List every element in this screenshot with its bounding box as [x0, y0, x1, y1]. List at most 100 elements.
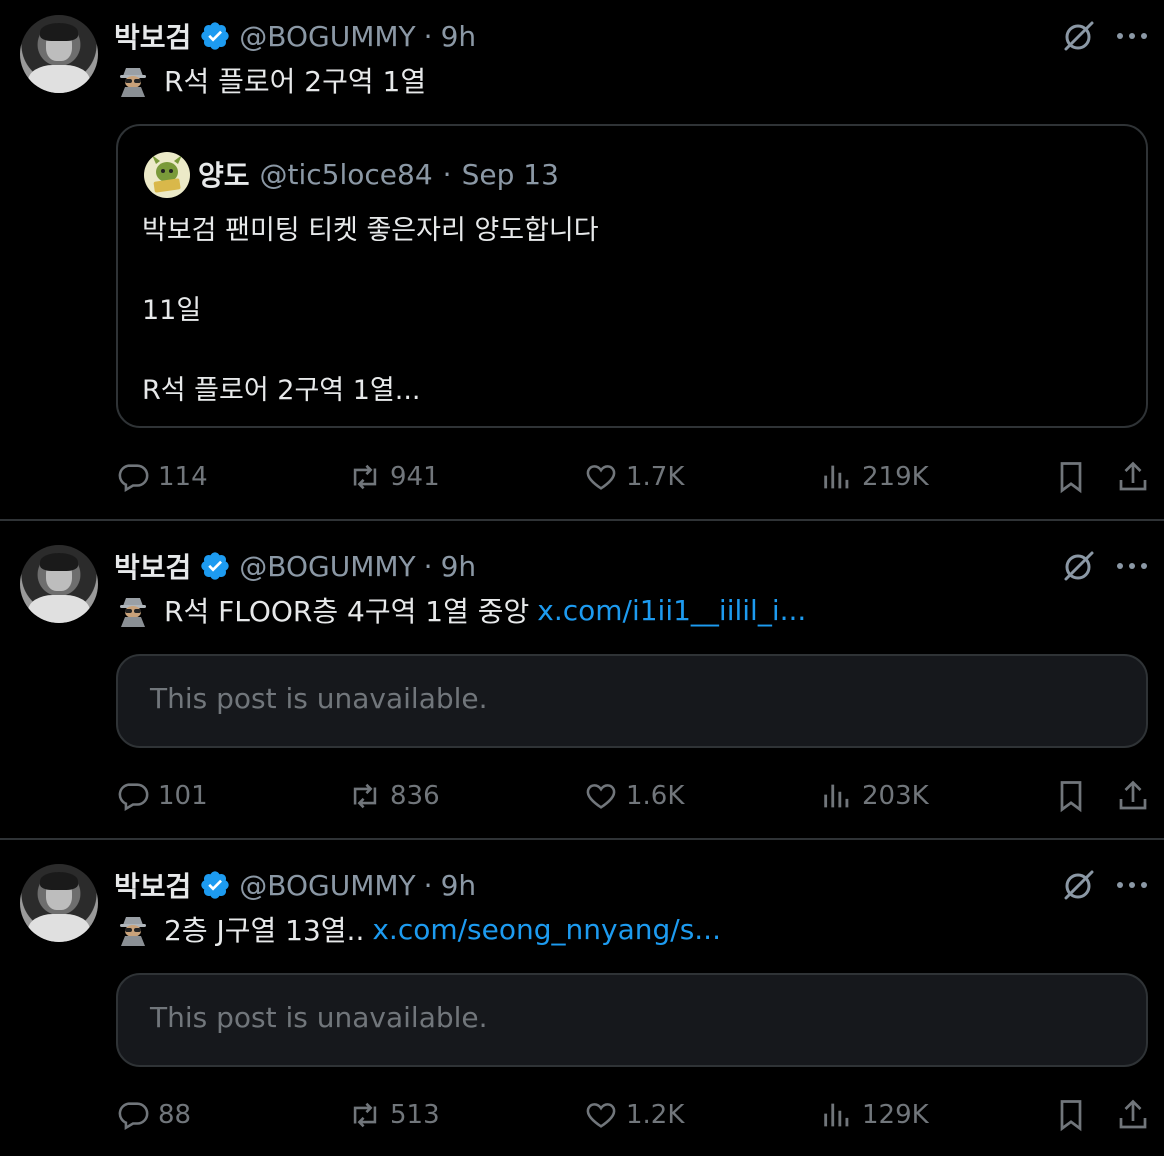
like-count: 1.2K: [626, 1100, 685, 1130]
more-icon[interactable]: [1112, 560, 1152, 572]
repost-icon: [353, 783, 377, 809]
views-icon: [824, 784, 849, 808]
author-handle[interactable]: @BOGUMMY: [239, 550, 415, 583]
spy-emoji-icon: [120, 68, 146, 97]
dot-separator: ·: [423, 868, 433, 902]
tweet-3[interactable]: 박보검 @BOGUMMY · 9h 2층 J구열 13열.. x.com/seo…: [0, 849, 1164, 1156]
quote-author-name[interactable]: 양도: [198, 154, 250, 194]
quote-date: Sep 13: [461, 157, 559, 191]
verified-badge-icon: [201, 22, 229, 50]
divider: [0, 838, 1164, 840]
verified-badge-icon: [201, 871, 229, 899]
tweet-header: 박보검 @BOGUMMY · 9h: [114, 865, 476, 905]
action-bar: 101 836 1.6K 203K: [0, 774, 1164, 818]
unavailable-text: This post is unavailable.: [150, 1001, 488, 1034]
reply-count: 114: [158, 462, 208, 492]
views-button[interactable]: 129K: [820, 1093, 929, 1137]
dot-separator: ·: [423, 19, 433, 53]
like-icon: [586, 1103, 616, 1128]
quote-line-1: 박보검 팬미팅 티켓 좋은자리 양도합니다: [142, 215, 599, 246]
tweet-link[interactable]: x.com/seong_nnyang/s...: [372, 913, 721, 946]
share-icon[interactable]: [1115, 778, 1151, 814]
like-button[interactable]: 1.2K: [584, 1093, 684, 1137]
views-icon: [824, 1103, 849, 1127]
avatar[interactable]: [20, 15, 98, 93]
dot-separator: ·: [442, 157, 452, 191]
repost-count: 513: [390, 1100, 440, 1130]
like-icon: [586, 465, 616, 490]
author-name[interactable]: 박보검: [114, 16, 191, 56]
tweet-text: R석 FLOOR층 4구역 1열 중앙 x.com/i1ii1__iilil_i…: [116, 590, 806, 630]
quote-line-3: R석 플로어 2구역 1열...: [142, 375, 421, 406]
quote-avatar[interactable]: [144, 152, 190, 198]
views-count: 219K: [862, 462, 929, 492]
action-bar: 114 941 1.7K 219K: [0, 455, 1164, 499]
ticket-character-icon: [152, 155, 182, 193]
like-icon: [586, 784, 616, 809]
avatar[interactable]: [20, 864, 98, 942]
author-name[interactable]: 박보검: [114, 546, 191, 586]
views-button[interactable]: 203K: [820, 774, 929, 818]
spy-emoji-icon: [120, 917, 146, 946]
quote-header: 양도 @tic5loce84 · Sep 13: [198, 154, 559, 194]
bookmark-icon[interactable]: [1053, 459, 1089, 495]
repost-icon: [353, 1102, 377, 1128]
reply-count: 88: [158, 1100, 192, 1130]
repost-count: 941: [390, 462, 440, 492]
timestamp[interactable]: 9h: [441, 20, 477, 53]
repost-button[interactable]: 941: [348, 455, 440, 499]
reply-icon: [118, 1102, 149, 1131]
views-count: 129K: [862, 1100, 929, 1130]
repost-button[interactable]: 513: [348, 1093, 440, 1137]
bookmark-icon[interactable]: [1053, 778, 1089, 814]
verified-badge-icon: [201, 552, 229, 580]
tweet-1[interactable]: 박보검 @BOGUMMY · 9h R석 플로어 2구역 1열 양도 @tic5…: [0, 0, 1164, 520]
repost-button[interactable]: 836: [348, 774, 440, 818]
share-icon[interactable]: [1115, 459, 1151, 495]
share-icon[interactable]: [1115, 1097, 1151, 1133]
action-bar: 88 513 1.2K 129K: [0, 1093, 1164, 1137]
timestamp[interactable]: 9h: [441, 869, 477, 902]
author-handle[interactable]: @BOGUMMY: [239, 869, 415, 902]
unavailable-post: This post is unavailable.: [116, 654, 1148, 748]
divider: [0, 519, 1164, 521]
more-icon[interactable]: [1112, 30, 1152, 42]
like-count: 1.7K: [626, 462, 685, 492]
reply-button[interactable]: 114: [116, 455, 208, 499]
reply-icon: [118, 464, 149, 493]
like-button[interactable]: 1.7K: [584, 455, 684, 499]
tweet-text: R석 플로어 2구역 1열: [116, 60, 426, 100]
dot-separator: ·: [423, 549, 433, 583]
views-count: 203K: [862, 781, 929, 811]
grok-icon[interactable]: [1060, 548, 1096, 584]
tweet-text-content: R석 플로어 2구역 1열: [164, 65, 427, 98]
more-icon[interactable]: [1112, 879, 1152, 891]
quote-author-handle[interactable]: @tic5loce84: [260, 158, 433, 191]
tweet-text-content: R석 FLOOR층 4구역 1열 중앙: [164, 595, 530, 628]
bookmark-icon[interactable]: [1053, 1097, 1089, 1133]
reply-button[interactable]: 88: [116, 1093, 191, 1137]
reply-button[interactable]: 101: [116, 774, 208, 818]
quoted-tweet[interactable]: 양도 @tic5loce84 · Sep 13 박보검 팬미팅 티켓 좋은자리 …: [116, 124, 1148, 428]
tweet-text-content: 2층 J구열 13열..: [164, 914, 365, 947]
views-button[interactable]: 219K: [820, 455, 929, 499]
tweet-header: 박보검 @BOGUMMY · 9h: [114, 546, 476, 586]
spy-emoji-icon: [120, 598, 146, 627]
reply-count: 101: [158, 781, 208, 811]
grok-icon[interactable]: [1060, 867, 1096, 903]
unavailable-post: This post is unavailable.: [116, 973, 1148, 1067]
views-icon: [824, 465, 849, 489]
author-handle[interactable]: @BOGUMMY: [239, 20, 415, 53]
unavailable-text: This post is unavailable.: [150, 682, 488, 715]
reply-icon: [118, 783, 149, 812]
like-button[interactable]: 1.6K: [584, 774, 684, 818]
tweet-header: 박보검 @BOGUMMY · 9h: [114, 16, 476, 56]
avatar[interactable]: [20, 545, 98, 623]
author-name[interactable]: 박보검: [114, 865, 191, 905]
timestamp[interactable]: 9h: [441, 550, 477, 583]
tweet-link[interactable]: x.com/i1ii1__iilil_i...: [537, 594, 806, 627]
grok-icon[interactable]: [1060, 18, 1096, 54]
quote-line-2: 11일: [142, 295, 202, 326]
tweet-2[interactable]: 박보검 @BOGUMMY · 9h R석 FLOOR층 4구역 1열 중앙 x.…: [0, 530, 1164, 838]
like-count: 1.6K: [626, 781, 685, 811]
